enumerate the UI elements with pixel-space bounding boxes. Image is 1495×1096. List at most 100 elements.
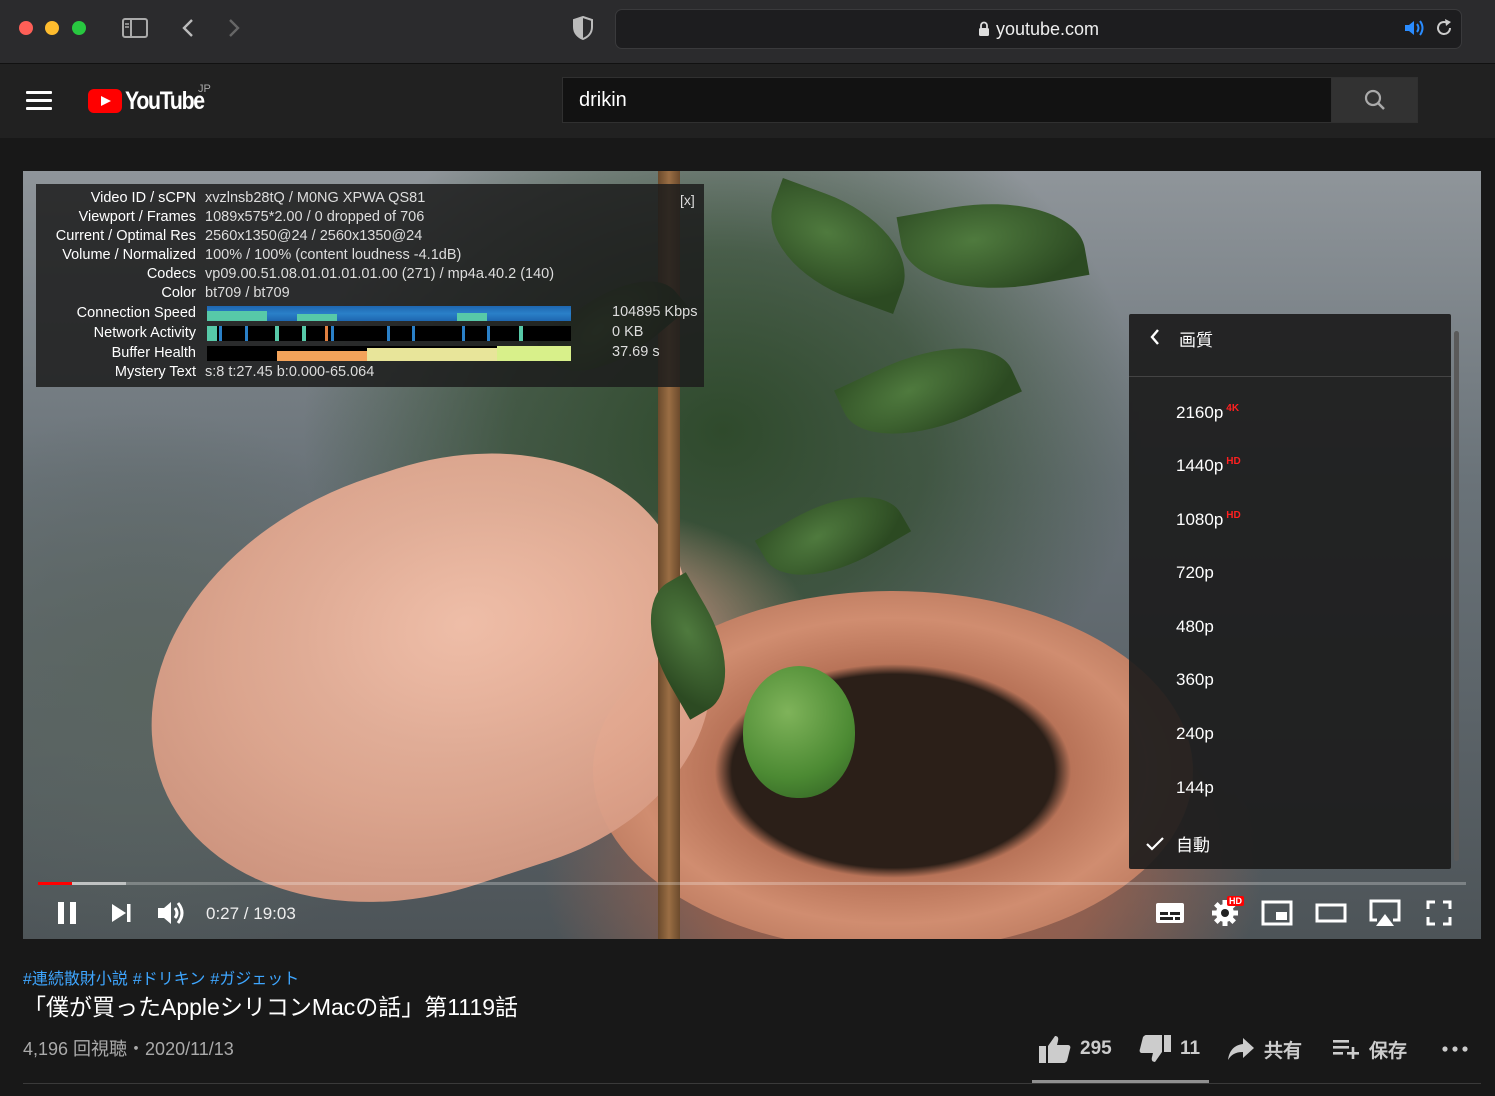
stat-value: bt709 / bt709 xyxy=(205,285,290,301)
hashtag-link[interactable]: #連続散財小説 xyxy=(23,971,128,988)
dislike-count: 11 xyxy=(1180,1038,1201,1059)
quality-label: 1080p xyxy=(1176,510,1224,529)
quality-label: 360p xyxy=(1176,670,1214,689)
chevron-left-icon xyxy=(1149,328,1161,351)
video-title: 「僕が買ったAppleシリコンMacの話」第1119話 xyxy=(23,994,519,1020)
volume-button[interactable] xyxy=(155,896,189,930)
fullscreen-button[interactable] xyxy=(1421,896,1457,930)
airplay-button[interactable] xyxy=(1366,896,1404,930)
pause-button[interactable] xyxy=(51,896,83,930)
quality-label: 2160p xyxy=(1176,403,1224,422)
lock-icon xyxy=(978,21,990,42)
quality-menu: 画質 2160p 4K 1440p HD 1080p HD 720p 480p 360… xyxy=(1129,314,1451,869)
quality-option-240p[interactable]: 240p xyxy=(1129,720,1451,760)
hashtag-link[interactable]: #ガジェット xyxy=(210,971,299,988)
youtube-play-icon xyxy=(88,89,122,113)
stat-label: Connection Speed xyxy=(76,305,196,321)
forward-arrow-icon[interactable] xyxy=(220,14,248,42)
quality-option-1080p[interactable]: 1080p HD xyxy=(1129,506,1451,546)
quality-menu-scrollbar[interactable] xyxy=(1454,331,1459,861)
hd-badge: HD xyxy=(1227,896,1244,906)
save-label: 保存 xyxy=(1369,1040,1408,1062)
theater-mode-icon xyxy=(1315,903,1347,923)
stat-value: s:8 t:27.45 b:0.000-65.064 xyxy=(205,364,375,380)
address-bar[interactable]: youtube.com xyxy=(615,9,1462,49)
quality-option-360p[interactable]: 360p xyxy=(1129,666,1451,706)
hashtag-link[interactable]: #ドリキン xyxy=(133,971,205,988)
stat-label: Buffer Health xyxy=(111,345,196,361)
quality-option-144p[interactable]: 144p xyxy=(1129,774,1451,814)
stat-value: 2560x1350@24 / 2560x1350@24 xyxy=(205,228,423,244)
quality-option-2160p[interactable]: 2160p 4K xyxy=(1129,399,1451,439)
stat-value: vp09.00.51.08.01.01.01.01.00 (271) / mp4… xyxy=(205,266,555,282)
like-button[interactable]: 295 xyxy=(1038,1033,1112,1065)
progress-bar[interactable] xyxy=(38,882,1466,885)
network-activity-graph xyxy=(207,326,571,341)
stats-close-button[interactable]: [x] xyxy=(680,192,695,208)
youtube-logo[interactable]: YouTube JP xyxy=(88,83,218,117)
hashtags: #連続散財小説 #ドリキン #ガジェット xyxy=(23,965,304,989)
logo-text: YouTube xyxy=(125,86,205,115)
quality-menu-title: 画質 xyxy=(1179,331,1213,350)
stat-value: xvzlnsb28tQ / M0NG XPWA QS81 xyxy=(205,190,426,206)
playlist-add-icon xyxy=(1333,1040,1359,1059)
share-label: 共有 xyxy=(1264,1040,1303,1062)
quality-option-1440p[interactable]: 1440p HD xyxy=(1129,452,1451,492)
quality-option-480p[interactable]: 480p xyxy=(1129,613,1451,653)
buffer-health-value: 37.69 s xyxy=(612,344,660,360)
next-button[interactable] xyxy=(105,896,137,930)
dislike-button[interactable]: 11 xyxy=(1138,1033,1200,1065)
miniplayer-button[interactable] xyxy=(1259,896,1295,930)
quality-label: 720p xyxy=(1176,563,1214,582)
video-player[interactable]: [x] Video ID / sCPN xvzlnsb28tQ / M0NG X… xyxy=(23,171,1481,939)
stat-value: 100% / 100% (content loudness -4.1dB) xyxy=(205,247,462,263)
played-progress xyxy=(38,882,72,885)
stat-label: Video ID / sCPN xyxy=(90,190,196,206)
pause-icon xyxy=(58,902,76,924)
search-input[interactable] xyxy=(577,88,1321,113)
reload-icon[interactable] xyxy=(1435,19,1453,42)
audio-playing-icon[interactable] xyxy=(1403,19,1425,42)
thumbs-down-icon xyxy=(1139,1035,1171,1062)
sidebar-toggle-icon[interactable] xyxy=(121,14,149,42)
theater-mode-button[interactable] xyxy=(1313,896,1349,930)
more-horizontal-icon xyxy=(1442,1046,1468,1052)
region-label: JP xyxy=(198,83,211,95)
back-arrow-icon[interactable] xyxy=(174,14,202,42)
quality-badge: HD xyxy=(1226,510,1241,521)
zoom-window-button[interactable] xyxy=(72,21,86,35)
browser-toolbar: youtube.com xyxy=(0,0,1495,64)
quality-menu-header[interactable]: 画質 xyxy=(1129,314,1451,377)
stat-label: Mystery Text xyxy=(114,364,196,380)
save-button[interactable]: 保存 xyxy=(1331,1033,1407,1065)
hamburger-menu-icon[interactable] xyxy=(26,91,52,111)
quality-option-auto[interactable]: 自動 xyxy=(1129,827,1451,867)
stats-for-nerds-panel: [x] Video ID / sCPN xvzlnsb28tQ / M0NG X… xyxy=(36,184,704,387)
stat-label: Volume / Normalized xyxy=(62,247,196,263)
stat-label: Current / Optimal Res xyxy=(55,228,196,244)
search-button[interactable] xyxy=(1331,77,1418,123)
skip-next-icon xyxy=(112,904,131,922)
fullscreen-icon xyxy=(1426,900,1452,926)
more-actions-button[interactable] xyxy=(1441,1033,1477,1065)
settings-button[interactable]: HD xyxy=(1205,896,1245,930)
minimize-window-button[interactable] xyxy=(45,21,59,35)
stat-label: Codecs xyxy=(146,266,196,282)
stat-label: Color xyxy=(161,285,196,301)
checkmark-icon xyxy=(1145,836,1165,857)
privacy-shield-icon[interactable] xyxy=(569,14,597,42)
share-button[interactable]: 共有 xyxy=(1226,1033,1302,1065)
stat-value: 1089x575*2.00 / 0 dropped of 706 xyxy=(205,209,425,225)
quality-label: 1440p xyxy=(1176,456,1224,475)
url-text: youtube.com xyxy=(995,19,1100,39)
search-box xyxy=(562,77,1332,123)
miniplayer-icon xyxy=(1261,900,1293,926)
connection-speed-value: 104895 Kbps xyxy=(612,304,698,320)
video-meta: 4,196 回視聴・2020/11/13 xyxy=(23,1039,234,1059)
quality-label: 自動 xyxy=(1176,836,1210,855)
subtitles-button[interactable] xyxy=(1153,896,1187,930)
quality-option-720p[interactable]: 720p xyxy=(1129,559,1451,599)
divider xyxy=(23,1083,1481,1084)
close-window-button[interactable] xyxy=(19,21,33,35)
quality-label: 144p xyxy=(1176,778,1214,797)
